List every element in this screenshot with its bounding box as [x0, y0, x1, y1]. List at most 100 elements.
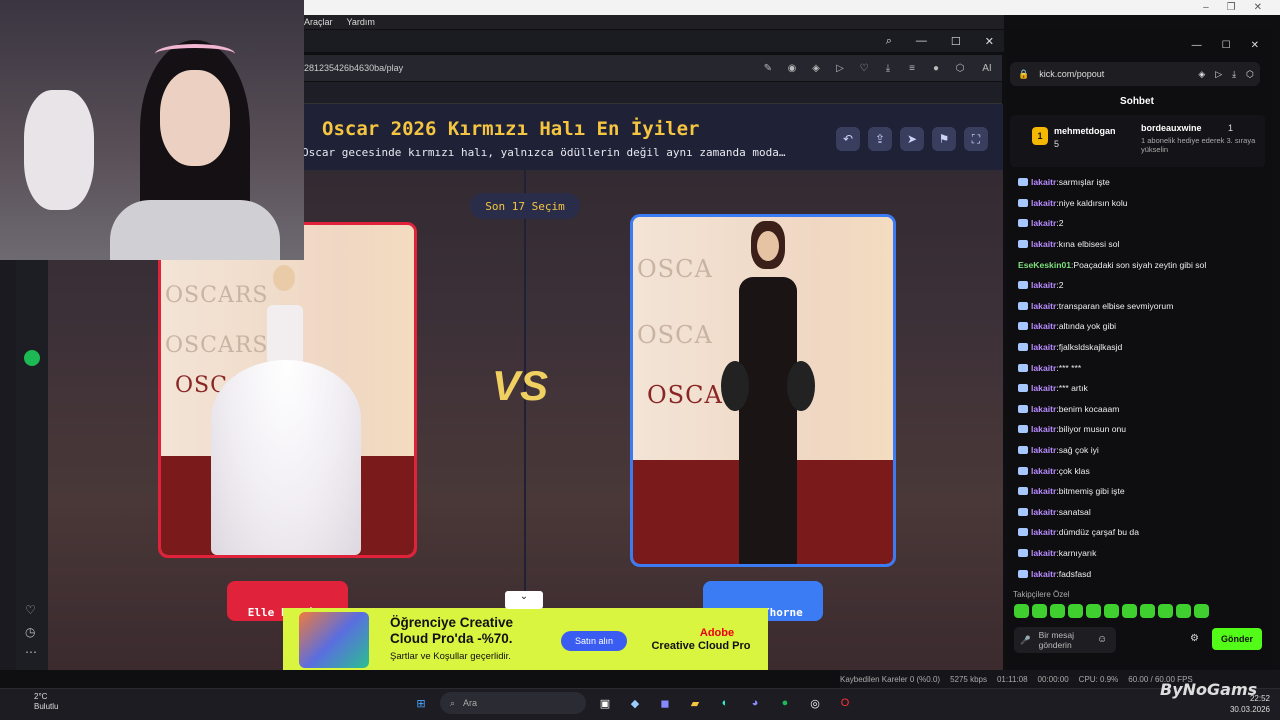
emote-icon[interactable]: [1068, 604, 1083, 618]
emote-bar[interactable]: [1014, 604, 1209, 618]
chevron-down-icon[interactable]: ⌄: [505, 591, 543, 609]
emote-icon[interactable]: [1176, 604, 1191, 618]
file-explorer-icon[interactable]: ▰: [684, 692, 706, 714]
copilot-icon[interactable]: ◆: [624, 692, 646, 714]
os-window-controls[interactable]: – ❐ ✕: [1203, 0, 1280, 15]
undo-button[interactable]: ↶: [836, 127, 860, 151]
edge-icon[interactable]: ◐: [714, 692, 736, 714]
chat-username[interactable]: EseKeskin01: [1018, 260, 1071, 270]
profile-icon[interactable]: ●: [930, 63, 942, 74]
edit-icon[interactable]: ✎: [762, 63, 774, 74]
leaderboard-user[interactable]: bordeauxwine: [1141, 123, 1202, 133]
opera-icon[interactable]: O: [834, 692, 856, 714]
fullscreen-button[interactable]: ⛶: [964, 127, 988, 151]
chat-username[interactable]: lakaitr: [1031, 198, 1056, 208]
download-icon[interactable]: ⤓: [1232, 69, 1236, 80]
chat-username[interactable]: lakaitr: [1031, 527, 1056, 537]
shield-icon[interactable]: ◈: [810, 63, 822, 74]
emote-icon[interactable]: [1014, 604, 1029, 618]
close-icon[interactable]: ✕: [1254, 2, 1262, 13]
chat-username[interactable]: lakaitr: [1031, 363, 1056, 373]
menu-tools[interactable]: Araçlar: [304, 17, 333, 27]
chat-username[interactable]: lakaitr: [1031, 507, 1056, 517]
emote-icon[interactable]: [1050, 604, 1065, 618]
chat-username[interactable]: lakaitr: [1031, 486, 1056, 496]
badge-icon: [1018, 507, 1028, 516]
camera-icon[interactable]: ◉: [786, 63, 798, 74]
minimize-icon[interactable]: –: [1203, 2, 1209, 13]
chat-url[interactable]: kick.com/popout: [1039, 69, 1198, 79]
extension-icon[interactable]: ⬡: [1246, 69, 1254, 80]
windows-start-icon[interactable]: ⊞: [410, 692, 432, 714]
send-message-button[interactable]: Gönder: [1212, 628, 1262, 650]
play-icon[interactable]: ▷: [1215, 69, 1222, 80]
choice-card-left[interactable]: OSCARS OSCARS OSCARS: [158, 222, 417, 558]
minimize-icon[interactable]: —: [916, 35, 927, 47]
more-icon[interactable]: ⋯: [25, 645, 37, 659]
search-icon[interactable]: ⌕: [886, 35, 892, 48]
menu-icon[interactable]: ≡: [906, 63, 918, 74]
download-icon[interactable]: ⤓: [882, 63, 894, 74]
emote-icon[interactable]: [1104, 604, 1119, 618]
chat-username[interactable]: lakaitr: [1031, 445, 1056, 455]
menu-help[interactable]: Yardım: [347, 17, 375, 27]
emote-icon[interactable]: [1086, 604, 1101, 618]
settings-icon[interactable]: ⚙: [1190, 633, 1199, 644]
chat-username[interactable]: lakaitr: [1031, 321, 1056, 331]
close-icon[interactable]: ✕: [985, 35, 994, 48]
choice-card-right[interactable]: OSCA OSCA OSCA: [630, 214, 896, 567]
address-url[interactable]: 281235426b4630ba/play: [304, 63, 762, 73]
minimize-icon[interactable]: —: [1192, 40, 1202, 51]
spotify-icon[interactable]: [24, 350, 40, 366]
send-button[interactable]: ➤: [900, 127, 924, 151]
chat-username[interactable]: lakaitr: [1031, 466, 1056, 476]
play-icon[interactable]: ▷: [834, 63, 846, 74]
shield-icon[interactable]: ◈: [1198, 69, 1205, 80]
leaderboard-user[interactable]: mehmetdogan: [1054, 126, 1116, 136]
ad-cta-button[interactable]: Satın alın: [561, 631, 627, 651]
share-button[interactable]: ⇪: [868, 127, 892, 151]
chat-username[interactable]: lakaitr: [1031, 548, 1056, 558]
maximize-icon[interactable]: ☐: [1222, 40, 1231, 51]
chat-username[interactable]: lakaitr: [1031, 569, 1056, 579]
chat-username[interactable]: lakaitr: [1031, 239, 1056, 249]
emote-icon[interactable]: [1032, 604, 1047, 618]
leaderboard: 1 mehmetdogan 5 bordeauxwine 1 1 aboneli…: [1010, 115, 1265, 167]
history-icon[interactable]: ◷: [25, 625, 35, 639]
mic-icon[interactable]: 🎤: [1020, 635, 1031, 645]
extension-icon[interactable]: ⬡: [954, 63, 966, 74]
backdrop-text: OSCA: [637, 321, 713, 349]
ad-banner[interactable]: Öğrenciye Creative Cloud Pro'da -%70. Şa…: [283, 608, 768, 670]
report-button[interactable]: ⚑: [932, 127, 956, 151]
emote-icon[interactable]: [1140, 604, 1155, 618]
restore-icon[interactable]: ❐: [1227, 2, 1236, 13]
chat-username[interactable]: lakaitr: [1031, 383, 1056, 393]
chat-username[interactable]: lakaitr: [1031, 301, 1056, 311]
taskbar-search[interactable]: ⌕ Ara: [440, 692, 586, 714]
ai-button[interactable]: AI: [978, 63, 996, 74]
heart-icon[interactable]: ♡: [25, 603, 36, 617]
emote-icon[interactable]: [1194, 604, 1209, 618]
browser-address-bar[interactable]: 281235426b4630ba/play ✎ ◉ ◈ ▷ ♡ ⤓ ≡ ● ⬡ …: [304, 55, 1002, 81]
discord-icon[interactable]: ◕: [744, 692, 766, 714]
badge-icon: [1018, 569, 1028, 578]
chat-address-bar[interactable]: 🔒 kick.com/popout ◈ ▷ ⤓ ⬡: [1010, 62, 1260, 86]
close-icon[interactable]: ✕: [1251, 40, 1259, 51]
chat-username[interactable]: lakaitr: [1031, 424, 1056, 434]
chat-username[interactable]: lakaitr: [1031, 218, 1056, 228]
emote-icon[interactable]: [1158, 604, 1173, 618]
chat-username[interactable]: lakaitr: [1031, 177, 1056, 187]
emote-icon[interactable]: [1122, 604, 1137, 618]
obs-icon[interactable]: ◎: [804, 692, 826, 714]
maximize-icon[interactable]: ☐: [951, 35, 961, 48]
task-view-icon[interactable]: ▣: [594, 692, 616, 714]
spotify-icon[interactable]: ●: [774, 692, 796, 714]
emoji-icon[interactable]: ☺: [1097, 634, 1107, 645]
chat-username[interactable]: lakaitr: [1031, 342, 1056, 352]
chat-username[interactable]: lakaitr: [1031, 404, 1056, 414]
chat-username[interactable]: lakaitr: [1031, 280, 1056, 290]
heart-icon[interactable]: ♡: [858, 63, 870, 74]
weather-widget[interactable]: 2°C Bulutlu: [6, 692, 58, 712]
chat-header: Sohbet: [1120, 96, 1154, 107]
teams-icon[interactable]: ◼: [654, 692, 676, 714]
